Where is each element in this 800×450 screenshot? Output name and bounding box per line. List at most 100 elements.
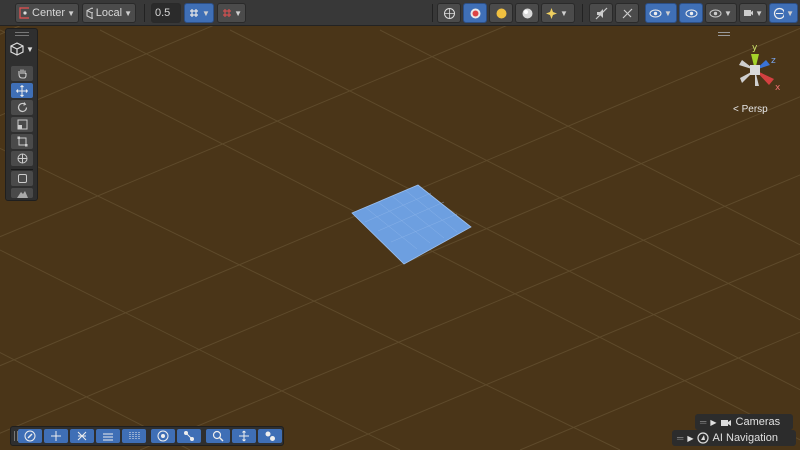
drag-handle-icon: ═ (677, 433, 684, 443)
bottom-tool-8[interactable] (206, 429, 230, 443)
terrain-tool-button[interactable] (11, 188, 33, 198)
gizmos-dropdown[interactable]: ▼ (769, 3, 798, 23)
gizmo-y-label: y (752, 43, 758, 53)
drag-handle-icon: ═ (700, 417, 707, 427)
audio-toggle[interactable] (589, 3, 613, 23)
rotate-tool-button[interactable] (11, 100, 33, 115)
transform-tool-button[interactable] (11, 151, 33, 166)
ai-navigation-overlay[interactable]: ═ ▶ AI Navigation (672, 430, 796, 446)
bottom-tools-overlay (10, 426, 284, 446)
scene-visibility-dropdown[interactable]: ▼ (645, 3, 677, 23)
back-arrow-icon: < (733, 104, 739, 115)
compass-icon (24, 430, 36, 442)
move-tool-button[interactable] (11, 83, 33, 98)
mesh-icon (77, 431, 87, 441)
plane-mesh (351, 184, 472, 265)
draw-mode-button[interactable] (437, 3, 461, 23)
audio-off-icon (595, 7, 607, 19)
gizmo-x-label: x (775, 83, 781, 93)
shaded-sphere-icon (470, 8, 480, 18)
expand-arrow-icon[interactable]: ▶ (687, 434, 693, 443)
chevron-down-icon: ▼ (755, 8, 763, 18)
fx-toggle[interactable] (615, 3, 639, 23)
bottom-tool-9[interactable] (232, 429, 256, 443)
chevron-down-icon: ▼ (67, 8, 75, 18)
rect-tool-button[interactable] (11, 134, 33, 149)
drag-handle[interactable] (15, 32, 29, 33)
camera-settings-dropdown[interactable]: ▼ (705, 3, 737, 23)
chevron-down-icon: ▼ (202, 8, 210, 18)
layers-icon (103, 433, 113, 441)
bottom-tool-7[interactable] (177, 429, 201, 443)
bottom-tool-6[interactable] (151, 429, 175, 443)
move-arrows-icon (239, 430, 249, 442)
effects-dropdown[interactable]: ▼ (541, 3, 575, 23)
bottom-tool-2[interactable] (44, 429, 68, 443)
custom-tool-icon (17, 174, 27, 183)
grid-dots-icon (129, 432, 140, 440)
snap-value: 0.5 (155, 7, 171, 19)
chevron-down-icon: ▼ (664, 8, 672, 18)
pivot-mode-dropdown[interactable]: Center ▼ (15, 3, 79, 23)
cube-icon (86, 7, 93, 19)
axis-gizmo-icon: y z x (739, 43, 781, 93)
hidden-objects-icon (649, 9, 662, 17)
rotate-icon (17, 102, 27, 113)
chevron-down-icon: ▼ (786, 8, 794, 18)
increment-snap-toggle[interactable]: ▼ (217, 3, 246, 23)
bottom-tool-10[interactable] (258, 429, 282, 443)
fx-icon (622, 8, 632, 18)
overlay-menu-grip[interactable] (718, 32, 730, 37)
gizmos-sphere-icon (773, 7, 785, 19)
hand-tool-button[interactable] (11, 66, 33, 81)
grid-snap-toggle[interactable]: ▼ (184, 3, 214, 23)
sphere-icon (157, 430, 169, 442)
hand-icon (17, 69, 27, 79)
scene-visibility-toggle[interactable] (679, 3, 703, 23)
grid-snap-icon (190, 9, 198, 17)
cameras-overlay[interactable]: ═ ▶ Cameras (695, 414, 793, 430)
navigation-compass-icon (696, 432, 709, 444)
camera-eye-icon (709, 9, 722, 17)
move-arrows-icon (51, 431, 61, 441)
lighting-toggle[interactable] (515, 3, 539, 23)
scale-icon (17, 119, 27, 130)
chevron-down-icon: ▼ (724, 8, 732, 18)
bottom-tool-4[interactable] (96, 429, 120, 443)
pivot-mode-label: Center (32, 7, 66, 19)
orientation-gizmo[interactable]: y z x (728, 40, 788, 100)
scene-viewport[interactable] (0, 0, 800, 450)
move-arrows-icon (16, 84, 28, 97)
pivot-rotation-dropdown[interactable]: Local ▼ (82, 3, 136, 23)
expand-arrow-icon[interactable]: ▶ (710, 418, 716, 427)
shaded-mode-button[interactable] (463, 3, 487, 23)
chevron-down-icon: ▼ (234, 8, 242, 18)
snap-increment-input[interactable]: 0.5 (151, 3, 181, 23)
bottom-tool-1[interactable] (18, 429, 42, 443)
scene-toolbar: Center ▼ Local ▼ 0.5 ▼ ▼ ▼ ▼ ▼ ▼ ▼ (0, 0, 800, 26)
projection-label: Persp (741, 104, 768, 115)
cameras-label: Cameras (735, 416, 781, 428)
cube-icon (10, 42, 24, 56)
effects-icon (546, 7, 557, 19)
light-sphere-icon (522, 8, 532, 18)
projection-toggle[interactable]: < Persp (733, 104, 768, 115)
pivot-center-icon (19, 7, 30, 19)
paint-icon (265, 431, 275, 441)
eye-icon (685, 9, 697, 17)
bottom-tool-5[interactable] (122, 429, 146, 443)
snap-grid-icon (223, 9, 231, 17)
scale-tool-button[interactable] (11, 117, 33, 132)
custom-tool-button[interactable] (11, 171, 33, 186)
wireframe-sphere-icon (443, 7, 455, 19)
camera-icon (720, 419, 731, 426)
ai-navigation-label: AI Navigation (712, 432, 778, 444)
chevron-down-icon: ▼ (560, 8, 568, 18)
unlit-mode-button[interactable] (489, 3, 513, 23)
tools-overlay: ▼ (5, 28, 38, 201)
camera-dropdown[interactable]: ▼ (739, 3, 767, 23)
rect-transform-icon (17, 136, 27, 147)
tool-context-dropdown[interactable]: ▼ (10, 42, 34, 56)
gizmo-z-label: z (771, 56, 776, 66)
bottom-tool-3[interactable] (70, 429, 94, 443)
